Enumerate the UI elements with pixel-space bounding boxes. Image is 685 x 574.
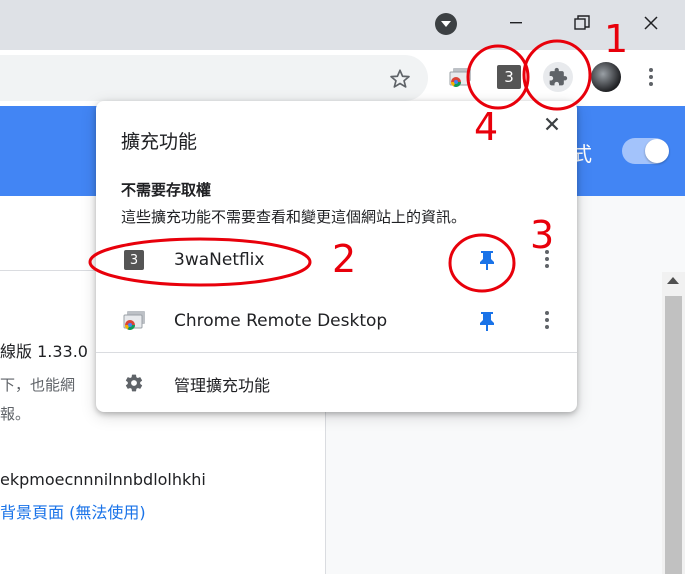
- annotation-circle-toolbar-ext: [466, 44, 530, 110]
- annotation-number: 3: [530, 213, 555, 257]
- annotation-circle-ext-name: [88, 237, 312, 287]
- annotation-circle-pin: [448, 233, 516, 293]
- annotation-layer: [88, 39, 592, 293]
- annotation-number: 4: [474, 105, 499, 149]
- annotation-number: 1: [604, 17, 629, 61]
- annotation-circle-extensions: [522, 39, 592, 111]
- annotation-number: 2: [332, 237, 357, 281]
